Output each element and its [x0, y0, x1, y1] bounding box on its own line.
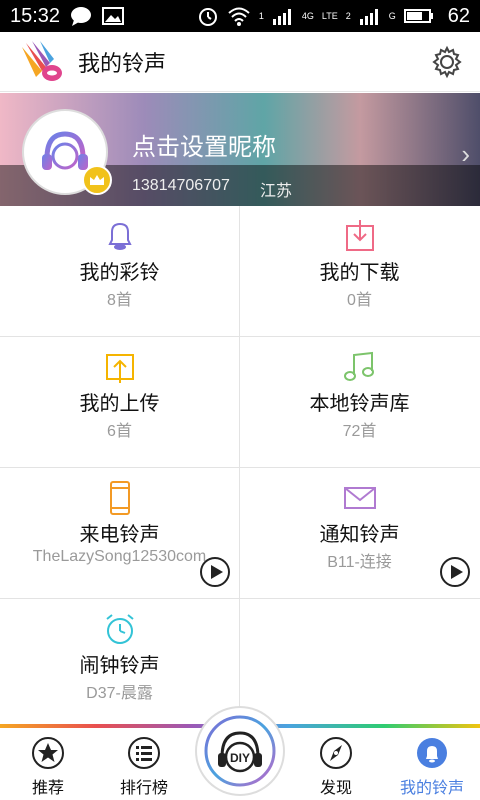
network-lte-label: LTE	[321, 11, 338, 21]
alarm-ringtone-tile[interactable]: 闹钟铃声 D37-晨露	[0, 599, 239, 729]
tile-current-ringtone: D37-晨露	[86, 685, 153, 702]
list-icon	[128, 737, 160, 769]
download-icon	[345, 220, 374, 251]
image-icon	[102, 7, 125, 25]
tile-count: 6首	[107, 423, 132, 440]
star-icon	[32, 737, 64, 769]
local-library-tile[interactable]: 本地铃声库 72首	[240, 337, 479, 467]
chevron-right-icon[interactable]: ›	[461, 139, 470, 170]
play-button-icon[interactable]	[199, 556, 231, 588]
diy-headphones-icon: DIY	[204, 715, 276, 787]
upload-icon	[105, 354, 134, 383]
sim2-label: 2	[345, 11, 351, 21]
nav-charts[interactable]: 排行榜	[96, 728, 192, 800]
my-ringback-tile[interactable]: 我的彩铃 8首	[0, 206, 239, 336]
vip-crown-icon	[82, 165, 112, 195]
compass-icon	[320, 737, 352, 769]
app-header: 我的铃声	[0, 32, 480, 92]
phone-icon	[109, 481, 130, 515]
tile-label: 我的上传	[79, 393, 160, 415]
tile-count: 0首	[347, 292, 372, 309]
page-title: 我的铃声	[78, 50, 167, 76]
nav-my-ringtones[interactable]: 我的铃声	[384, 728, 480, 800]
tile-label: 我的下载	[319, 262, 400, 284]
nav-label: 我的铃声	[399, 780, 464, 797]
sim1-label: 1	[258, 11, 264, 21]
tile-count: 8首	[107, 292, 132, 309]
battery-icon	[403, 9, 433, 23]
network-4g-label: 4G	[301, 11, 314, 21]
network-g-label: G	[388, 11, 396, 21]
tile-label: 本地铃声库	[309, 393, 410, 415]
phone-number: 13814706707	[132, 177, 230, 194]
nav-recommend[interactable]: 推荐	[0, 728, 96, 800]
tile-label: 闹钟铃声	[79, 655, 160, 677]
nav-label: 发现	[319, 780, 352, 797]
settings-gear-icon[interactable]	[430, 45, 464, 79]
wifi-icon	[228, 7, 250, 26]
tile-count: 72首	[342, 423, 377, 440]
play-button-icon[interactable]	[439, 556, 471, 588]
nav-label: 排行榜	[119, 780, 168, 797]
diy-label: DIY	[230, 751, 250, 765]
signal-icon	[272, 9, 291, 25]
signal-icon	[359, 9, 378, 25]
profile-banner[interactable]: 点击设置昵称 13814706707 江苏 ›	[0, 93, 480, 206]
status-time: 15:32	[10, 4, 61, 27]
tile-label: 来电铃声	[79, 524, 160, 546]
alarm-clock-icon	[105, 614, 134, 644]
notification-ringtone-tile[interactable]: 通知铃声 B11-连接	[240, 468, 479, 598]
nickname-label[interactable]: 点击设置昵称	[132, 127, 276, 162]
tile-label: 通知铃声	[319, 524, 400, 546]
envelope-icon	[343, 487, 376, 509]
alarm-status-icon	[198, 8, 217, 26]
diy-button[interactable]: DIY	[197, 708, 283, 794]
tile-label: 我的彩铃	[79, 262, 160, 284]
region-label: 江苏	[260, 183, 293, 200]
ringtone-menu-grid: 我的彩铃 8首 我的下载 0首 我的上传 6首 本地铃声库 72首 来电铃声 T…	[0, 206, 480, 729]
bell-icon	[107, 222, 132, 250]
battery-percent: 62	[447, 4, 470, 27]
user-bell-icon	[417, 738, 447, 768]
my-uploads-tile[interactable]: 我的上传 6首	[0, 337, 239, 467]
nav-label: 推荐	[31, 780, 64, 797]
incoming-call-ringtone-tile[interactable]: 来电铃声 TheLazySong12530com	[0, 468, 239, 598]
app-logo-icon	[22, 40, 62, 81]
music-note-icon	[343, 351, 374, 381]
status-bar: 15:32 1 4G LTE 2 G 62	[0, 0, 480, 32]
nav-discover[interactable]: 发现	[288, 728, 384, 800]
chat-bubble-icon	[71, 7, 92, 26]
my-downloads-tile[interactable]: 我的下载 0首	[240, 206, 479, 336]
